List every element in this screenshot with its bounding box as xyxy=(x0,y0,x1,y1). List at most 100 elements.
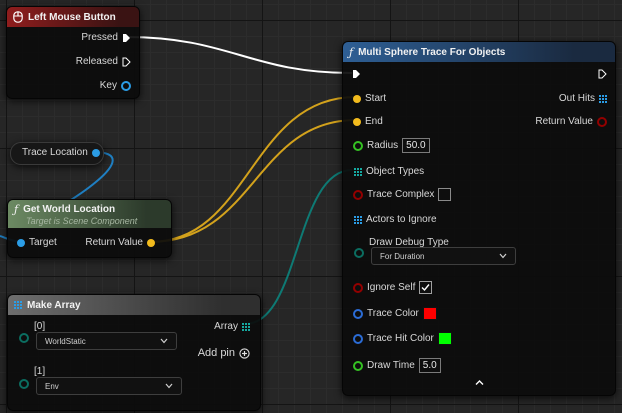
make-array-node[interactable]: Make Array [0] WorldStatic [1] Env Array… xyxy=(7,294,261,411)
chevron-down-icon xyxy=(160,338,168,344)
trace-hit-color-swatch[interactable] xyxy=(437,332,452,345)
item0-index-row: [0] xyxy=(18,321,49,332)
item1-pin-row xyxy=(19,379,29,389)
trace-complex-label: Trace Complex xyxy=(367,189,435,200)
object-types-wire xyxy=(244,169,353,325)
mouse-icon xyxy=(13,11,23,23)
get-world-location-title: Get World Location xyxy=(23,203,116,215)
trace-color-label: Trace Color xyxy=(367,308,419,319)
item1-pin-icon[interactable] xyxy=(19,379,29,389)
out-hits-label: Out Hits xyxy=(558,93,595,104)
function-icon: ƒ xyxy=(349,45,354,59)
radius-input[interactable]: 50.0 xyxy=(402,138,430,153)
start-pin-icon[interactable] xyxy=(353,94,361,103)
exec-in-pin-icon[interactable] xyxy=(352,69,361,79)
ignore-self-row: Ignore Self xyxy=(353,281,433,294)
exec-out-pin-icon[interactable] xyxy=(598,69,607,79)
item1-index: [1] xyxy=(34,366,46,377)
chevron-down-icon xyxy=(165,383,173,389)
collapse-advanced-button[interactable] xyxy=(475,379,484,386)
released-row: Released xyxy=(72,56,131,67)
array-grid-icon xyxy=(14,301,22,309)
object-types-pin-icon[interactable] xyxy=(354,167,362,176)
released-exec-pin-icon[interactable] xyxy=(122,57,131,67)
return-value-out-label: Return Value xyxy=(535,116,593,127)
radius-pin-icon[interactable] xyxy=(353,140,363,151)
make-array-title: Make Array xyxy=(27,299,81,311)
radius-label: Radius xyxy=(367,140,399,151)
item1-value: Env xyxy=(45,381,59,391)
item0-index: [0] xyxy=(34,321,46,332)
item0-pin-row xyxy=(19,333,29,343)
trace-color-row: Trace Color xyxy=(353,307,437,320)
trace-color-pin-icon[interactable] xyxy=(353,308,363,319)
out-hits-pin-icon[interactable] xyxy=(599,94,607,103)
trace-location-node[interactable]: Trace Location xyxy=(10,142,104,165)
ignore-self-checkbox[interactable] xyxy=(419,281,433,294)
trace-complex-pin-icon[interactable] xyxy=(353,189,363,200)
make-array-header[interactable]: Make Array xyxy=(8,295,260,315)
add-circle-icon xyxy=(239,347,250,359)
out-hits-row: Out Hits xyxy=(555,93,607,104)
return-value-row: Return Value xyxy=(81,237,155,248)
item0-dropdown[interactable]: WorldStatic xyxy=(36,332,177,350)
radius-row: Radius 50.0 xyxy=(353,138,430,153)
target-label: Target xyxy=(29,237,57,248)
released-label: Released xyxy=(75,56,118,67)
item0-pin-icon[interactable] xyxy=(19,333,29,343)
add-pin-label: Add pin xyxy=(197,347,235,359)
exec-in-row xyxy=(352,69,361,79)
pressed-label: Pressed xyxy=(81,32,118,43)
get-world-location-header[interactable]: ƒ Get World Location Target is Scene Com… xyxy=(8,200,171,228)
left-mouse-button-node[interactable]: Left Mouse Button Pressed Released Key xyxy=(6,6,140,99)
trace-location-label: Trace Location xyxy=(22,147,88,158)
ignore-self-pin-icon[interactable] xyxy=(353,282,363,293)
target-row: Target xyxy=(17,237,61,248)
draw-time-pin-icon[interactable] xyxy=(353,360,363,371)
draw-debug-type-pin-row xyxy=(354,248,364,258)
multi-sphere-trace-node[interactable]: ƒ Multi Sphere Trace For Objects Start O… xyxy=(342,41,616,396)
array-output-row: Array xyxy=(210,321,250,332)
multi-sphere-trace-header[interactable]: ƒ Multi Sphere Trace For Objects xyxy=(343,42,615,62)
trace-hit-color-row: Trace Hit Color xyxy=(353,332,452,345)
key-pin-icon[interactable] xyxy=(121,80,131,91)
ignore-self-label: Ignore Self xyxy=(367,282,416,293)
trace-complex-row: Trace Complex xyxy=(353,188,452,201)
item1-dropdown[interactable]: Env xyxy=(36,377,182,395)
trace-location-row: Trace Location xyxy=(22,147,100,158)
array-output-label: Array xyxy=(214,321,238,332)
actors-to-ignore-row: Actors to Ignore xyxy=(354,214,441,225)
trace-color-swatch[interactable] xyxy=(422,307,437,320)
draw-time-input[interactable]: 5.0 xyxy=(418,358,441,373)
trace-location-pin-icon[interactable] xyxy=(91,148,100,157)
draw-time-row: Draw Time 5.0 xyxy=(353,358,441,373)
actors-to-ignore-pin-icon[interactable] xyxy=(354,215,362,224)
end-wire xyxy=(149,119,357,243)
trace-hit-color-pin-icon[interactable] xyxy=(353,333,363,344)
chevron-down-icon xyxy=(499,253,507,259)
object-types-label: Object Types xyxy=(366,166,425,177)
left-mouse-button-header[interactable]: Left Mouse Button xyxy=(7,7,139,27)
return-value-label: Return Value xyxy=(85,237,143,248)
item1-index-row: [1] xyxy=(18,366,49,377)
trace-complex-checkbox[interactable] xyxy=(438,188,452,201)
start-row: Start xyxy=(353,93,390,104)
array-output-pin-icon[interactable] xyxy=(242,322,250,331)
exec-wire xyxy=(125,36,353,74)
chevron-up-icon xyxy=(475,380,484,385)
get-world-location-node[interactable]: ƒ Get World Location Target is Scene Com… xyxy=(7,199,172,258)
start-label: Start xyxy=(365,93,387,104)
return-value-pin-icon[interactable] xyxy=(147,238,155,247)
pressed-exec-pin-icon[interactable] xyxy=(122,33,131,43)
function-icon: ƒ xyxy=(14,202,19,216)
draw-debug-type-pin-icon[interactable] xyxy=(354,248,364,258)
draw-debug-type-dropdown[interactable]: For Duration xyxy=(371,247,516,265)
item0-value: WorldStatic xyxy=(45,336,86,346)
return-value-out-pin-icon[interactable] xyxy=(597,116,607,127)
draw-debug-type-value: For Duration xyxy=(380,251,425,261)
start-wire xyxy=(149,96,357,243)
target-pin-icon[interactable] xyxy=(17,238,25,247)
add-pin-button[interactable]: Add pin xyxy=(194,347,250,359)
end-pin-icon[interactable] xyxy=(353,117,361,126)
return-value-out-row: Return Value xyxy=(531,116,607,127)
